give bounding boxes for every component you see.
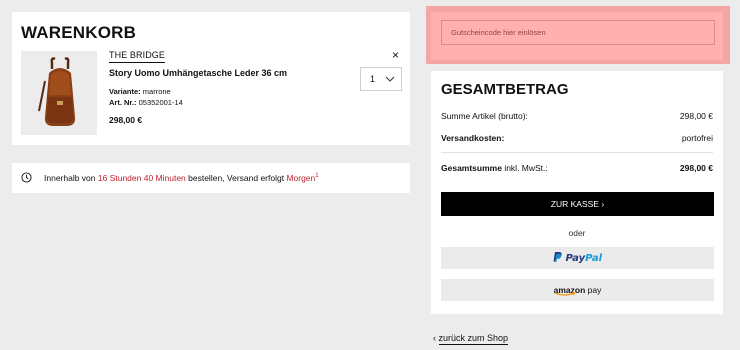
subtotal-label: Summe Artikel (brutto): bbox=[441, 111, 528, 121]
product-image[interactable] bbox=[21, 51, 97, 135]
quantity-value: 1 bbox=[370, 74, 376, 84]
grand-total-label: Gesamtsumme inkl. MwSt.: bbox=[441, 163, 548, 173]
shipping-notice: Innerhalb von 16 Stunden 40 Minuten best… bbox=[12, 163, 410, 193]
product-variant: Variante: marrone bbox=[109, 87, 171, 96]
paypal-button[interactable]: PayPal bbox=[441, 247, 714, 269]
clock-icon bbox=[21, 172, 32, 183]
cart-title: WARENKORB bbox=[21, 23, 137, 42]
grand-total-value: 298,00 € bbox=[679, 163, 713, 173]
shipping-cost-label: Versandkosten: bbox=[441, 133, 505, 143]
back-to-shop-label: zurück zum Shop bbox=[438, 333, 509, 345]
amazon-smile-icon bbox=[554, 292, 576, 296]
coupon-input[interactable] bbox=[441, 20, 715, 45]
notice-prefix: Innerhalb von bbox=[44, 173, 98, 183]
article-number-value: 05352001-14 bbox=[138, 98, 183, 107]
product-price: 298,00 € bbox=[109, 115, 143, 125]
notice-countdown: 16 Stunden 40 Minuten bbox=[97, 173, 186, 183]
chevron-left-icon: ‹ bbox=[433, 333, 436, 343]
product-article-number: Art. Nr.: 05352001-14 bbox=[109, 98, 183, 107]
product-brand-link[interactable]: THE BRIDGE bbox=[109, 50, 166, 63]
amazon-pay-word: pay bbox=[585, 285, 602, 295]
notice-day: Morgen bbox=[286, 173, 316, 183]
order-total-card: GESAMTBETRAG Summe Artikel (brutto): 298… bbox=[431, 71, 723, 314]
quantity-select[interactable]: 1 bbox=[360, 67, 402, 91]
chevron-down-icon bbox=[385, 76, 395, 82]
cart-card: WARENKORB THE BRIDGE Story Uomo Umhänget… bbox=[12, 12, 410, 145]
shipping-cost-value: portofrei bbox=[681, 133, 713, 143]
or-separator: oder bbox=[568, 228, 586, 238]
back-to-shop-link[interactable]: ‹ zurück zum Shop bbox=[433, 333, 509, 345]
coupon-card bbox=[431, 12, 723, 60]
shipping-notice-text: Innerhalb von 16 Stunden 40 Minuten best… bbox=[44, 173, 319, 183]
product-name[interactable]: Story Uomo Umhängetasche Leder 36 cm bbox=[109, 68, 287, 78]
notice-middle: bestellen, Versand erfolgt bbox=[185, 173, 287, 183]
variant-label: Variante: bbox=[109, 87, 141, 96]
checkout-label: ZUR KASSE bbox=[550, 199, 599, 209]
paypal-pal-text: Pal bbox=[585, 253, 602, 264]
subtotal-value: 298,00 € bbox=[679, 111, 713, 121]
total-divider bbox=[441, 152, 713, 153]
variant-value: marrone bbox=[142, 87, 171, 96]
amazon-pay-button[interactable]: amazon pay bbox=[441, 279, 714, 301]
close-icon[interactable]: × bbox=[392, 49, 399, 61]
checkout-button[interactable]: ZUR KASSE › bbox=[441, 192, 714, 216]
total-title: GESAMTBETRAG bbox=[441, 81, 569, 98]
article-number-label: Art. Nr.: bbox=[109, 98, 137, 107]
paypal-icon bbox=[553, 252, 562, 262]
grand-total-label-bold: Gesamtsumme bbox=[441, 163, 502, 173]
grand-total-label-suffix: inkl. MwSt.: bbox=[501, 163, 548, 173]
chevron-right-icon: › bbox=[601, 199, 605, 209]
notice-footnote: 1 bbox=[315, 173, 319, 180]
paypal-pay-text: Pay bbox=[565, 253, 586, 264]
